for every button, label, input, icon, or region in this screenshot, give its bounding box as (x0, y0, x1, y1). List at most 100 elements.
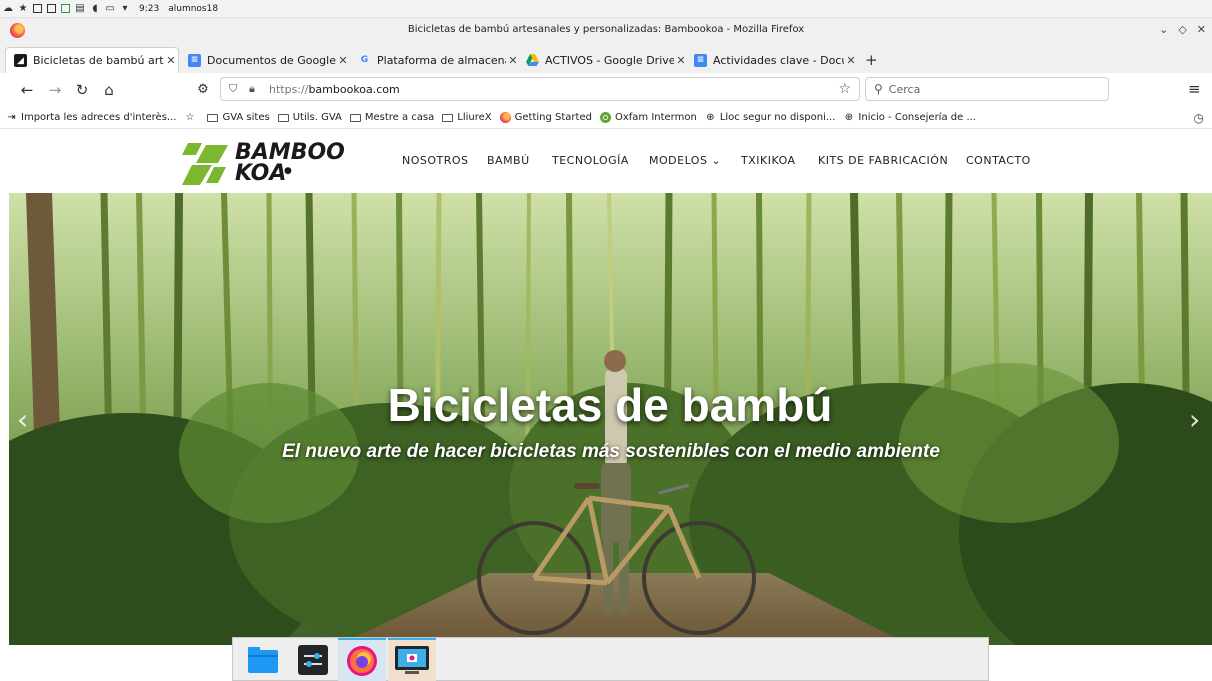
clipboard-icon[interactable]: ▤ (75, 3, 85, 14)
folder-icon (207, 113, 219, 122)
oxfam-icon: O (599, 112, 611, 123)
battery-icon[interactable]: ▭ (105, 3, 115, 14)
registered-mark-icon: ● (284, 166, 292, 176)
bookmark-folder-mestre-a-casa[interactable]: Mestre a casa (349, 112, 435, 123)
username: alumnos18 (168, 3, 219, 14)
firefox-icon (499, 112, 511, 123)
globe-icon: ⊕ (844, 112, 854, 123)
screenshot-tool-icon[interactable] (388, 638, 436, 681)
maximize-icon[interactable]: ◇ (1178, 23, 1186, 36)
back-arrow-icon[interactable]: ← (18, 81, 36, 99)
tab-label: Documentos de Google (207, 53, 336, 67)
file-manager-icon[interactable] (239, 638, 287, 681)
bookmark-label: Importa les adreces d'interès... (21, 112, 177, 123)
folder-icon (349, 113, 361, 122)
forward-arrow-icon[interactable]: → (46, 81, 64, 99)
hamburger-menu-icon[interactable]: ≡ (1188, 80, 1201, 98)
system-panel: ☁ ★ ▤ ◖ ▭ ▾ 9:23 alumnos18 (0, 0, 1212, 18)
tab-activos-drive[interactable]: ACTIVOS - Google Drive ✕ (518, 47, 688, 73)
bookmark-folder-utils-gva[interactable]: Utils. GVA (277, 112, 342, 123)
bambookoa-favicon: ◢ (14, 54, 27, 67)
hero-subtitle: El nuevo arte de hacer bicicletas más so… (282, 441, 940, 462)
bambookoa-logo-icon[interactable] (182, 143, 228, 185)
tab-strip: ◢ Bicicletas de bambú artesa ✕ ≡ Documen… (0, 44, 1212, 73)
url-text[interactable]: https://bambookoa.com (269, 83, 400, 96)
bookmark-getting-started[interactable]: Getting Started (499, 112, 592, 123)
new-tab-button[interactable]: + (865, 51, 878, 69)
minimize-icon[interactable]: ⌄ (1159, 23, 1168, 36)
tab-google-docs[interactable]: ≡ Documentos de Google ✕ (180, 47, 350, 73)
nav-txikikoa[interactable]: TXIKIKOA (741, 154, 796, 167)
bookmark-label: GVA sites (222, 112, 270, 123)
reload-icon[interactable]: ↻ (73, 81, 91, 99)
globe-icon: ⊕ (706, 112, 715, 123)
volume-icon[interactable]: ◖ (90, 3, 100, 14)
extensions-gear-icon[interactable]: ⚙ (194, 81, 212, 99)
search-input[interactable]: ⚲ Cerca (865, 77, 1109, 101)
tab-label: Plataforma de almacenam (377, 53, 506, 67)
tab-label: Actividades clave - Docume (713, 53, 844, 67)
navigation-bar: ← → ↻ ⌂ ⚙ ⛉ 🔒︎ https://bambookoa.com ☆ ⚲… (0, 73, 1212, 108)
window-title: Bicicletas de bambú artesanales y person… (407, 24, 805, 35)
bookmark-label: Oxfam Intermon (614, 112, 697, 123)
bookmark-label: Lloc segur no disponi... (719, 112, 836, 123)
bookmark-folder-gva-sites[interactable]: GVA sites (207, 112, 270, 123)
firefox-icon[interactable] (338, 638, 386, 681)
lock-icon[interactable]: 🔒︎ (249, 82, 261, 96)
google-drive-icon (526, 54, 539, 67)
window-list-icon[interactable] (47, 4, 56, 13)
cloud-icon[interactable]: ☁ (3, 3, 13, 14)
tab-bambookoa[interactable]: ◢ Bicicletas de bambú artesa ✕ (5, 47, 179, 73)
dropdown-icon[interactable]: ▾ (120, 3, 130, 14)
bookmark-add[interactable]: ☆ (184, 112, 199, 123)
bookmark-oxfam-intermon[interactable]: O Oxfam Intermon (599, 112, 697, 123)
tracking-shield-icon[interactable]: ⛉ (229, 83, 241, 95)
bookmark-star-icon: ☆ (185, 112, 195, 123)
bookmark-label: Inicio - Consejería de ... (858, 112, 976, 123)
window-icon[interactable] (33, 4, 42, 13)
close-icon[interactable]: ✕ (1197, 23, 1206, 36)
tab-plataforma[interactable]: G Plataforma de almacenam ✕ (350, 47, 520, 73)
nav-kits-de-fabricacion[interactable]: KITS DE FABRICACIÓN (818, 154, 948, 167)
bookmark-label: Utils. GVA (292, 112, 342, 123)
url-bar[interactable]: ⛉ 🔒︎ https://bambookoa.com ☆ (220, 77, 860, 101)
tab-label: Bicicletas de bambú artesa (33, 54, 164, 67)
bookmark-import[interactable]: ⇥ Importa les adreces d'interès... (6, 112, 176, 123)
search-placeholder: Cerca (888, 82, 921, 96)
window-controls: ⌄ ◇ ✕ (1159, 23, 1206, 36)
bookmark-label: Mestre a casa (364, 112, 435, 123)
logo-text-koa[interactable]: KOA (235, 162, 286, 186)
network-icon[interactable] (61, 4, 70, 13)
url-scheme: https:// (269, 82, 309, 96)
import-icon: ⇥ (7, 112, 16, 123)
google-g-icon: G (360, 55, 369, 65)
tab-actividades-clave[interactable]: ≡ Actividades clave - Docume ✕ (686, 47, 858, 73)
google-docs-icon: ≡ (694, 53, 707, 67)
bookmark-inicio-conselleria[interactable]: ⊕ Inicio - Consejería de ... (843, 112, 976, 123)
nav-contacto[interactable]: CONTACTO (966, 154, 1031, 167)
tab-label: ACTIVOS - Google Drive (545, 53, 674, 67)
bookmark-folder-lliurex[interactable]: LliureX (442, 112, 492, 123)
nav-tecnologia[interactable]: TECNOLOGÍA (552, 154, 629, 167)
google-docs-icon: ≡ (188, 53, 201, 67)
nav-modelos[interactable]: MODELOS ⌄ (649, 154, 721, 167)
star-icon[interactable]: ★ (18, 3, 28, 14)
bookmark-label: LliureX (457, 112, 492, 123)
folder-icon (277, 113, 289, 122)
hero-title: Bicicletas de bambú (387, 379, 833, 431)
nav-nosotros[interactable]: NOSOTROS (402, 154, 469, 167)
history-clock-icon[interactable]: ◷ (1194, 111, 1204, 125)
nav-bambu[interactable]: BAMBÚ (487, 154, 530, 167)
taskbar (232, 637, 989, 681)
close-tab-icon[interactable]: ✕ (164, 54, 178, 67)
folder-icon (442, 113, 454, 122)
bookmark-star-icon[interactable]: ☆ (838, 81, 851, 97)
system-settings-icon[interactable] (289, 638, 337, 681)
bookmark-label: Getting Started (514, 112, 592, 123)
bookmark-lloc-segur[interactable]: ⊕ Lloc segur no disponi... (705, 112, 836, 123)
search-icon: ⚲ (874, 82, 883, 96)
home-icon[interactable]: ⌂ (100, 81, 118, 99)
close-tab-icon[interactable]: ✕ (844, 54, 858, 67)
close-tab-icon[interactable]: ✕ (336, 54, 350, 67)
clock[interactable]: 9:23 (139, 4, 159, 14)
